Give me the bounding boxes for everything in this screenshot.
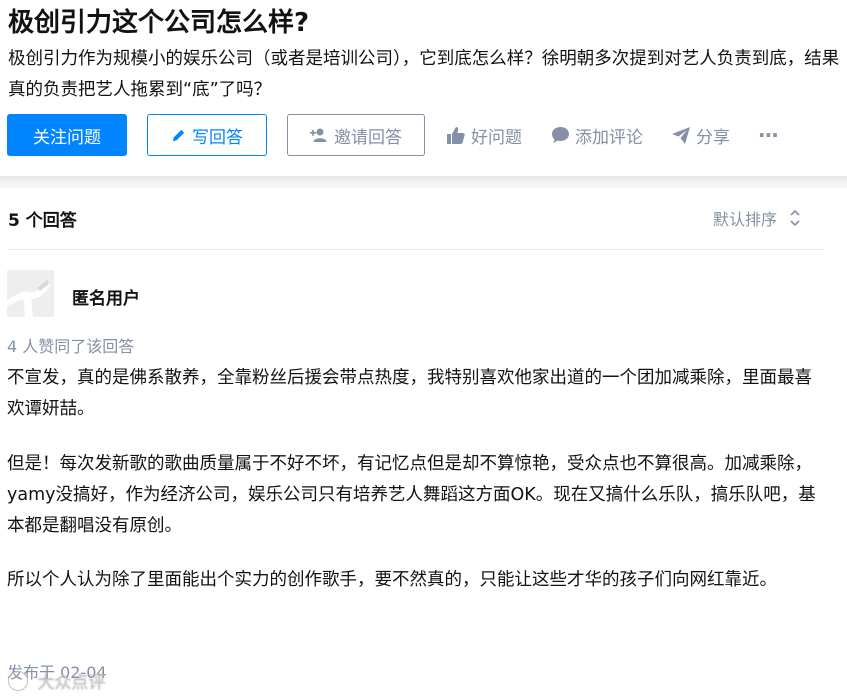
- author-name[interactable]: 匿名用户: [72, 284, 140, 309]
- share-button[interactable]: 分享: [672, 114, 730, 156]
- header-divider: [8, 249, 824, 250]
- invite-answer-button[interactable]: 邀请回答: [287, 114, 425, 156]
- paper-plane-icon: [672, 126, 690, 144]
- follow-question-button[interactable]: 关注问题: [7, 114, 127, 156]
- question-description: 极创引力作为规模小的娱乐公司（或者是培训公司），它到底怎么样？徐明朝多次提到对艺…: [8, 49, 840, 100]
- follow-question-label: 关注问题: [33, 127, 101, 148]
- watermark-logo-icon: [8, 671, 28, 691]
- more-options-button[interactable]: ···: [758, 114, 779, 156]
- watermark-text: 大众点评: [37, 673, 106, 693]
- vote-count: 4 人赞同了该回答: [7, 337, 135, 356]
- sort-dropdown[interactable]: 默认排序: [713, 206, 801, 230]
- more-options-label: ···: [758, 123, 779, 147]
- section-divider: [0, 176, 847, 188]
- share-label: 分享: [696, 127, 730, 148]
- sort-label: 默认排序: [713, 210, 778, 229]
- answer-paragraph: 不宣发，真的是佛系散养，全靠粉丝后援会带点热度，我特别喜欢他家出道的一个团加减乘…: [7, 368, 812, 419]
- good-question-label: 好问题: [471, 127, 522, 148]
- add-comment-label: 添加评论: [575, 127, 643, 148]
- comment-icon: [552, 127, 569, 143]
- avatar[interactable]: [7, 270, 54, 317]
- question-title: 极创引力这个公司怎么样?: [8, 8, 310, 38]
- sort-chevron-icon: [790, 209, 800, 227]
- good-question-button[interactable]: 好问题: [447, 114, 522, 156]
- invite-answer-label: 邀请回答: [334, 127, 402, 148]
- watermark: 大众点评: [8, 668, 105, 693]
- answer-paragraph: 所以个人认为除了里面能出个实力的创作歌手，要不然真的，只能让这些才华的孩子们向网…: [7, 570, 777, 590]
- write-answer-label: 写回答: [192, 127, 243, 148]
- thumbs-up-icon: [447, 126, 465, 144]
- anonymous-avatar-icon: [7, 270, 54, 317]
- answer-count: 5 个回答: [8, 211, 77, 231]
- add-user-icon: [310, 128, 327, 142]
- answer-paragraph: 但是！每次发新歌的歌曲质量属于不好不坏，有记忆点但是却不算惊艳，受众点也不算很高…: [7, 454, 816, 536]
- write-answer-button[interactable]: 写回答: [147, 114, 267, 156]
- pencil-icon: [172, 129, 185, 141]
- add-comment-button[interactable]: 添加评论: [552, 114, 643, 156]
